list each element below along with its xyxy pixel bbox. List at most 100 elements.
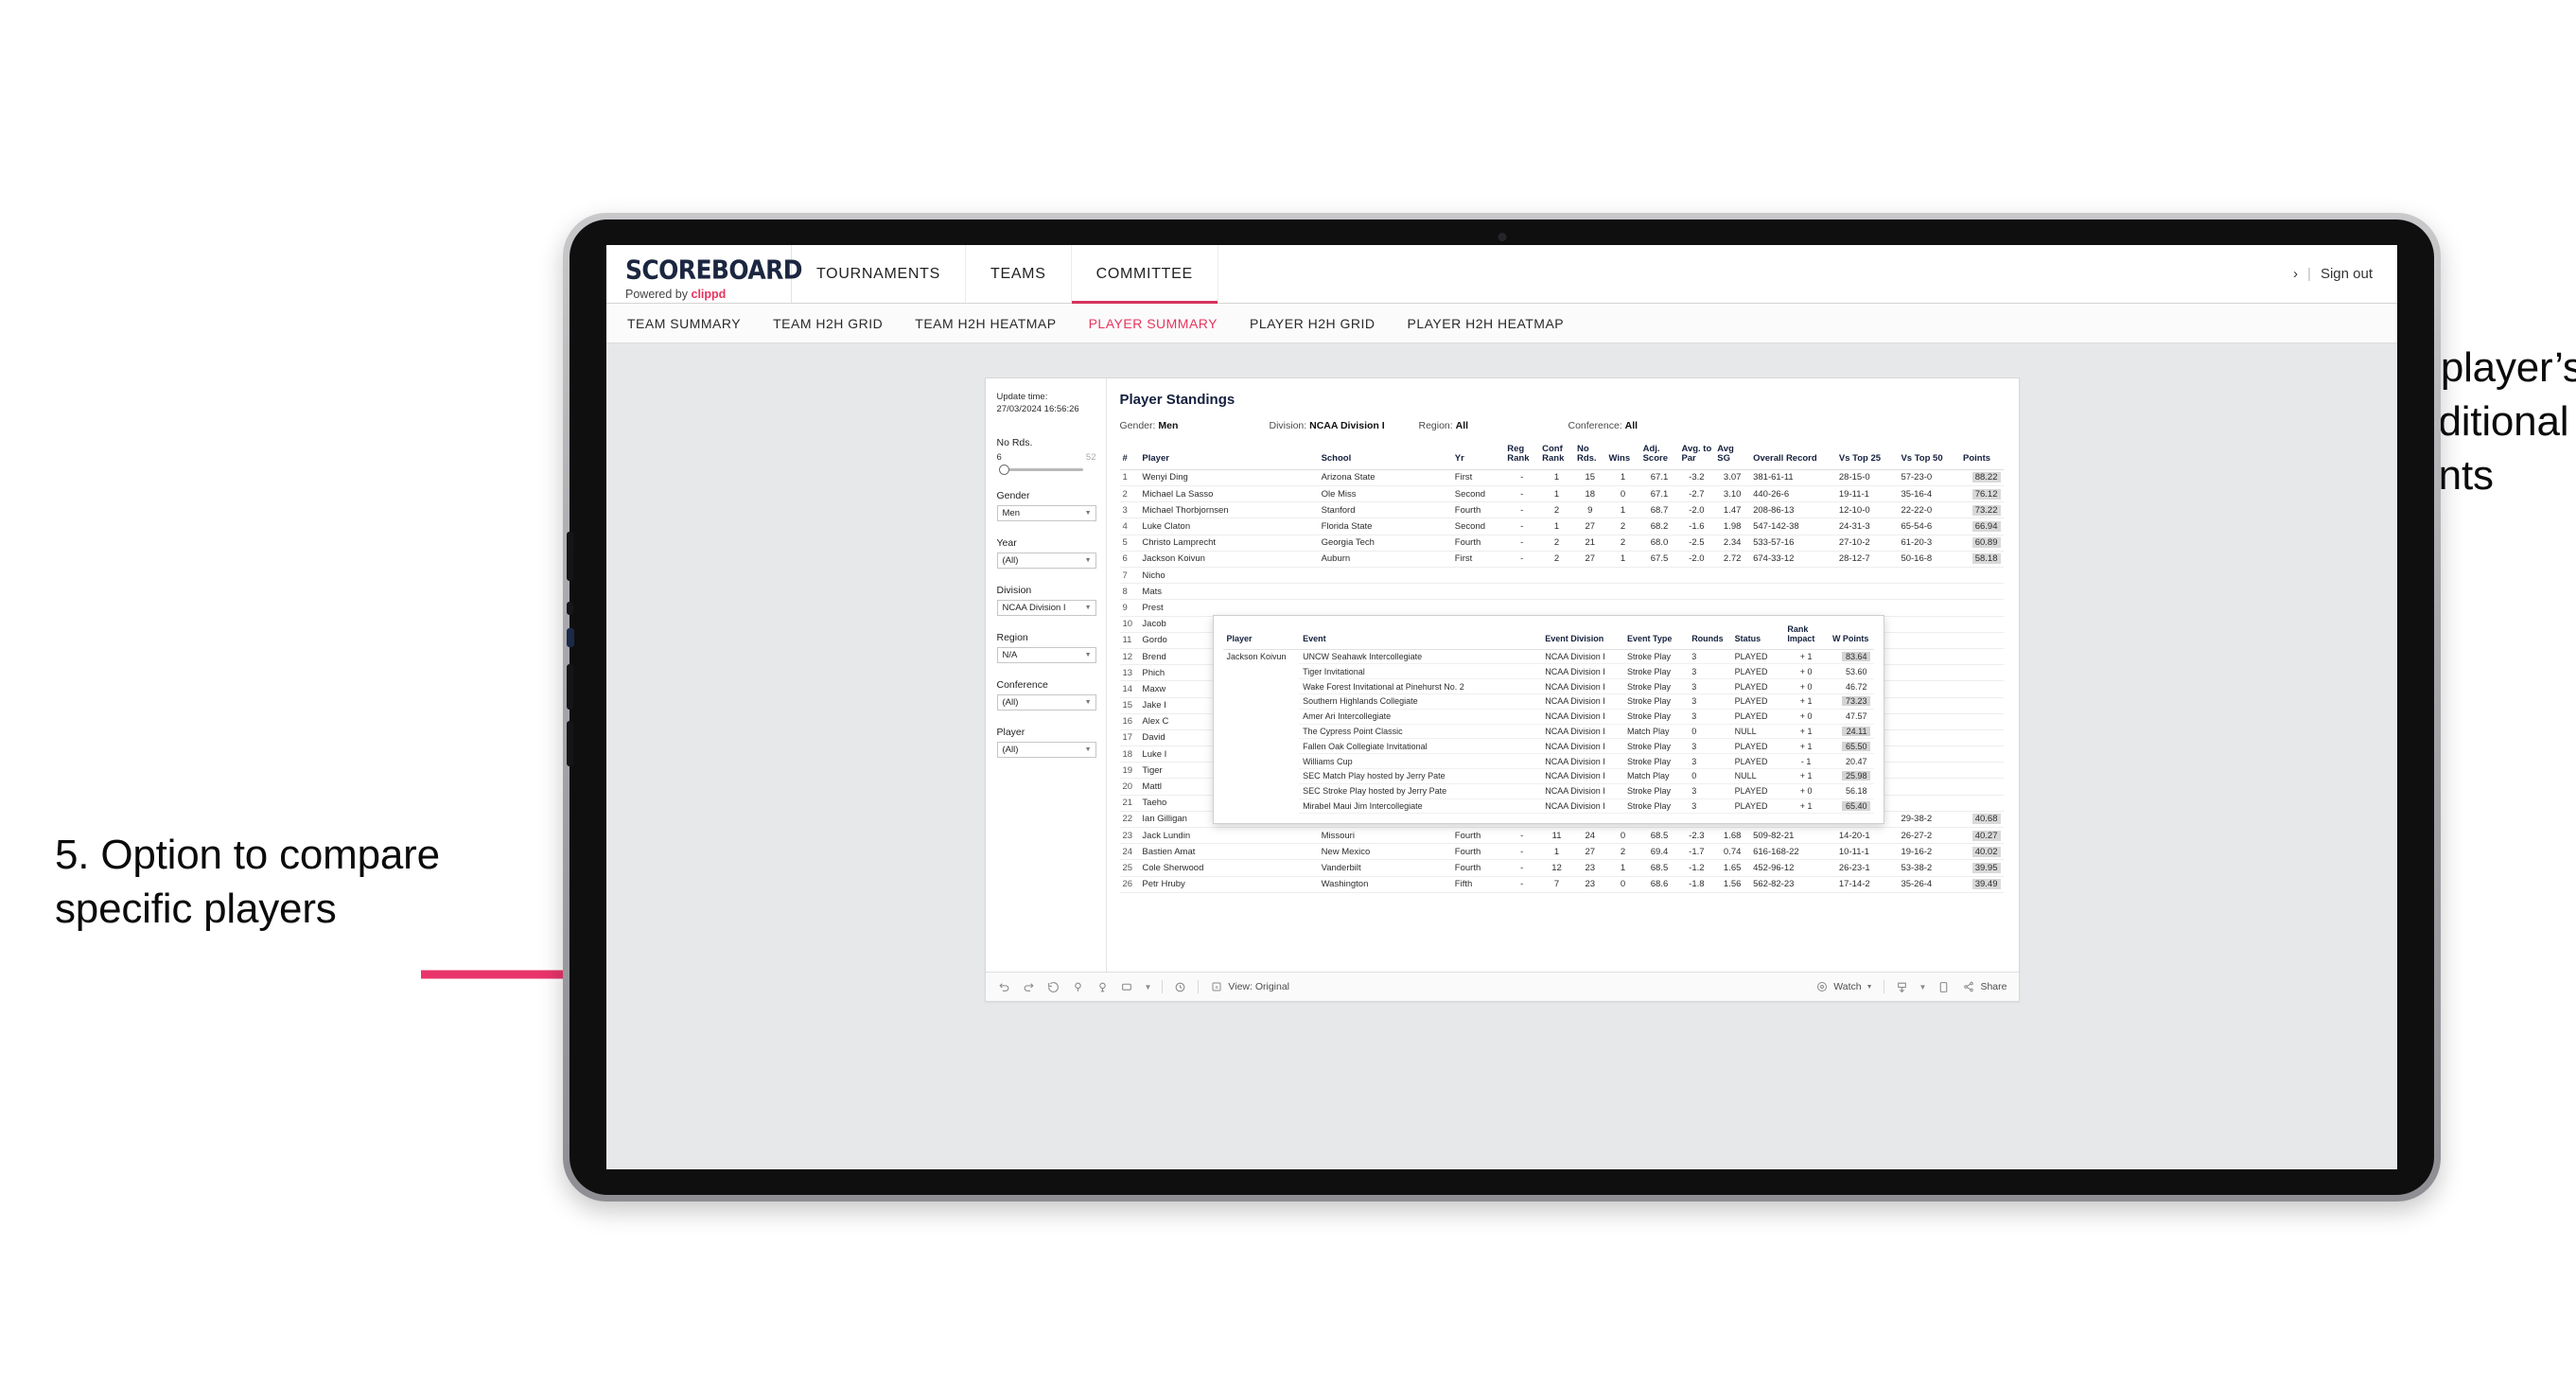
cell-points[interactable]: 39.95 [1960,859,2004,877]
player-select[interactable]: (All) ▼ [996,741,1096,758]
share-button[interactable]: Share [1961,980,2007,994]
subnav-item-player-h2h-heatmap[interactable]: PLAYER H2H HEATMAP [1408,316,1565,331]
cell-overall-record [1750,583,1836,601]
pause-updates-icon[interactable] [1095,980,1110,994]
col-no-rds[interactable]: No Rds. [1573,443,1606,470]
cell-points[interactable] [1960,664,2004,682]
region-select[interactable]: N/A ▼ [996,646,1096,663]
subnav-item-team-summary[interactable]: TEAM SUMMARY [627,316,741,331]
col-rank-number[interactable]: # [1119,443,1140,470]
cell-vs-top-50 [1898,616,1961,633]
cell-points[interactable]: 66.94 [1960,518,2004,535]
cell-points[interactable]: 40.27 [1960,827,2004,845]
redo-icon[interactable] [1022,980,1036,994]
cell-conf-rank: 1 [1539,469,1574,487]
cell-points[interactable]: 40.02 [1960,843,2004,861]
table-row[interactable]: 7 Nicho [1119,567,2004,585]
sign-out-link[interactable]: Sign out [2321,266,2373,282]
custom-view-caret-icon[interactable]: ▼ [1145,983,1152,991]
download-caret-icon[interactable]: ▼ [1919,983,1927,991]
table-row[interactable]: 24 Bastien Amat New Mexico Fourth -1 27 2 69.4-… [1119,843,2004,861]
cell-points[interactable] [1960,713,2004,730]
col-conf-rank[interactable]: Conf Rank [1539,443,1574,470]
cell-points[interactable] [1960,599,2004,617]
cell-points[interactable]: 88.22 [1960,469,2004,487]
col-vs-top-50[interactable]: Vs Top 50 [1898,443,1961,470]
col-vs-top-25[interactable]: Vs Top 25 [1835,443,1899,470]
tt-w-points-value: 25.98 [1841,771,1870,781]
table-row[interactable]: 23 Jack Lundin Missouri Fourth -11 24 0 68.5 -2.… [1119,827,2004,845]
conference-select[interactable]: (All) ▼ [996,693,1096,711]
cell-points[interactable] [1960,778,2004,796]
share-icon [1961,980,1975,994]
cell-avg-to-par: -2.0 [1678,551,1715,569]
cell-points[interactable]: 39.49 [1960,876,2004,893]
download-icon[interactable] [1895,980,1909,994]
custom-view-icon[interactable] [1120,980,1134,994]
subnav-item-player-h2h-grid[interactable]: PLAYER H2H GRID [1250,316,1376,331]
cell-no-rds [1573,583,1606,601]
table-row[interactable]: 25 Cole Sherwood Vanderbilt Fourth -12 23 1 68.… [1119,859,2004,877]
watch-button[interactable]: Watch ▼ [1814,980,1873,994]
col-player[interactable]: Player [1139,443,1319,470]
cell-avg-to-par: -1.6 [1678,518,1715,535]
cell-points[interactable] [1960,616,2004,633]
gender-select[interactable]: Men ▼ [996,504,1096,521]
cell-points[interactable] [1960,762,2004,780]
cell-points[interactable]: 40.68 [1960,811,2004,829]
table-row[interactable]: 3 Michael Thorbjornsen Stanford Fourth -2 9 1 6… [1119,501,2004,519]
cell-points[interactable]: 76.12 [1960,485,2004,503]
col-school[interactable]: School [1318,443,1452,470]
subnav-item-team-h2h-heatmap[interactable]: TEAM H2H HEATMAP [915,316,1056,331]
slider-handle[interactable] [998,464,1009,475]
table-row[interactable]: 9 Prest [1119,599,2004,617]
table-row[interactable]: 5 Christo Lamprecht Georgia Tech Fourth -2 21… [1119,535,2004,552]
brand-logo[interactable]: SCOREBOARD Powered by clippd [606,245,803,303]
topnav-item-committee[interactable]: COMMITTEE [1071,245,1218,304]
tt-cell-player [1223,768,1300,783]
cell-points[interactable] [1960,729,2004,747]
topnav-item-tournaments[interactable]: TOURNAMENTS [792,245,966,303]
division-select[interactable]: NCAA Division I ▼ [996,599,1096,616]
device-layout-icon[interactable] [1936,980,1951,994]
cell-points[interactable] [1960,746,2004,763]
col-yr[interactable]: Yr [1451,443,1505,470]
table-row[interactable]: 6 Jackson Koivun Auburn First -2 27 1 67.5 -2.0 2… [1119,551,2004,569]
volume-up-button[interactable] [567,532,573,581]
col-wins[interactable]: Wins [1605,443,1640,470]
cell-points[interactable] [1960,632,2004,649]
cell-points[interactable] [1960,795,2004,812]
alerts-icon[interactable] [1173,980,1187,994]
table-row[interactable]: 26 Petr Hruby Washington Fifth -7 23 0 68.6 -1.8… [1119,876,2004,893]
no-rounds-slider[interactable] [997,464,1096,475]
col-reg-rank[interactable]: Reg Rank [1504,443,1540,470]
topnav-item-teams[interactable]: TEAMS [966,245,1072,303]
chevron-right-icon[interactable]: › [2293,266,2298,282]
col-avg-sg[interactable]: Avg SG [1714,443,1751,470]
col-adj-score[interactable]: Adj. Score [1639,443,1679,470]
table-row[interactable]: 4 Luke Claton Florida State Second -1 27 2 68.2… [1119,518,2004,535]
undo-icon[interactable] [997,980,1011,994]
table-row[interactable]: 1 Wenyi Ding Arizona State First -1 15 1 67.1 -3… [1119,469,2004,487]
cell-points[interactable] [1960,567,2004,585]
cell-points[interactable] [1960,648,2004,666]
cell-points[interactable] [1960,680,2004,698]
revert-icon[interactable] [1046,980,1060,994]
volume-down-button[interactable] [567,664,573,710]
subnav-item-player-summary[interactable]: PLAYER SUMMARY [1089,316,1218,331]
view-original-button[interactable]: a View: Original [1209,980,1289,994]
table-row[interactable]: 2 Michael La Sasso Ole Miss Second -1 18 0 67.1… [1119,485,2004,503]
col-avg-to-par[interactable]: Avg. to Par [1678,443,1715,470]
power-button[interactable] [567,721,573,766]
cell-points[interactable]: 58.18 [1960,551,2004,569]
cell-points[interactable]: 73.22 [1960,501,2004,519]
cell-points[interactable]: 60.89 [1960,535,2004,552]
table-row[interactable]: 8 Mats [1119,583,2004,601]
cell-points[interactable] [1960,583,2004,601]
col-overall-record[interactable]: Overall Record [1750,443,1836,470]
col-points[interactable]: Points [1960,443,2004,470]
refresh-icon[interactable] [1071,980,1085,994]
cell-points[interactable] [1960,697,2004,714]
subnav-item-team-h2h-grid[interactable]: TEAM H2H GRID [773,316,883,331]
year-select[interactable]: (All) ▼ [996,552,1096,569]
